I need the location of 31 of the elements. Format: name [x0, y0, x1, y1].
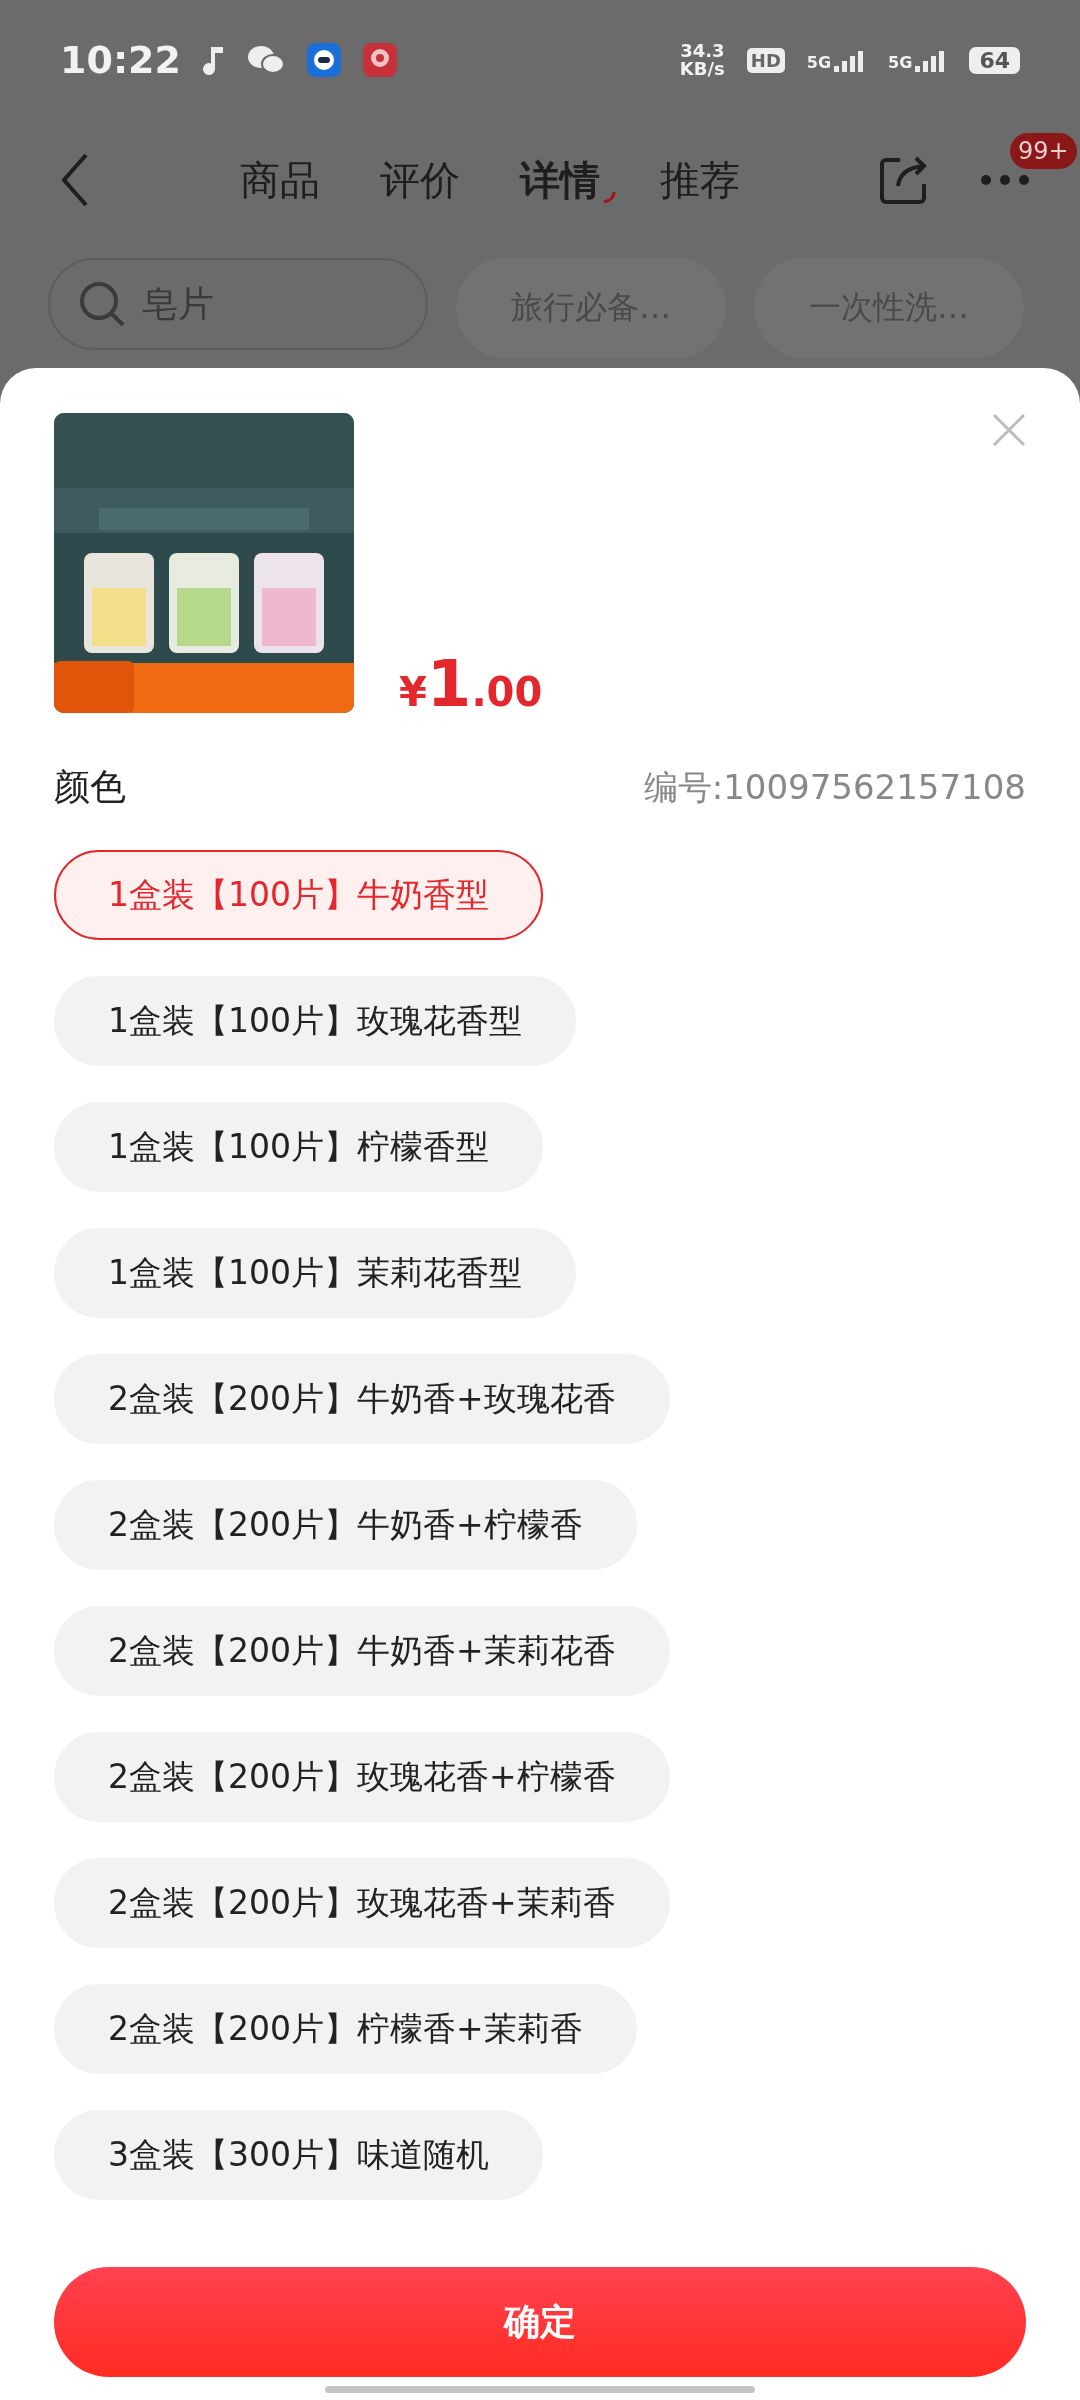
close-icon[interactable] — [992, 413, 1026, 447]
option-chip[interactable]: 1盒装【100片】茉莉花香型 — [54, 1228, 576, 1318]
notification-badge: 99+ — [1010, 132, 1077, 169]
option-chip[interactable]: 1盒装【100片】玫瑰花香型 — [54, 976, 576, 1066]
battery-level: 64 — [969, 46, 1020, 74]
chat-icon — [246, 45, 285, 75]
tab-indicator-icon — [602, 189, 616, 204]
more-icon[interactable] — [980, 173, 1030, 186]
option-group-label: 颜色 — [54, 765, 126, 809]
search-icon — [78, 280, 126, 328]
product-number: 编号:10097562157108 — [643, 765, 1026, 809]
option-chip[interactable]: 1盒装【100片】牛奶香型 — [54, 850, 543, 940]
option-chip[interactable]: 3盒装【300片】味道随机 — [54, 2110, 543, 2200]
network-type: 5G — [806, 53, 832, 72]
option-chip[interactable]: 2盒装【200片】牛奶香+茉莉花香 — [54, 1606, 670, 1696]
hd-indicator: HD — [746, 47, 785, 73]
music-note-icon — [202, 45, 225, 75]
option-chip[interactable]: 2盒装【200片】玫瑰花香+茉莉香 — [54, 1858, 670, 1948]
network-type: 5G — [888, 53, 913, 72]
option-chip[interactable]: 2盒装【200片】玫瑰花香+柠檬香 — [54, 1732, 670, 1822]
option-chip[interactable]: 2盒装【200片】柠檬香+茉莉香 — [54, 1984, 637, 2074]
option-chip[interactable]: 1盒装【100片】柠檬香型 — [54, 1102, 543, 1192]
network-speed: 34.3 KB/s — [679, 42, 725, 78]
robot-app-icon — [306, 43, 341, 77]
confirm-button[interactable]: 确定 — [54, 2267, 1026, 2377]
back-icon[interactable] — [60, 152, 90, 208]
status-time: 10:22 — [60, 38, 181, 82]
option-chip[interactable]: 2盒装【200片】牛奶香+柠檬香 — [54, 1480, 637, 1570]
price: ¥1.00 — [399, 647, 543, 721]
option-chip[interactable]: 2盒装【200片】牛奶香+玫瑰花香 — [54, 1354, 670, 1444]
video-app-icon — [362, 43, 397, 77]
